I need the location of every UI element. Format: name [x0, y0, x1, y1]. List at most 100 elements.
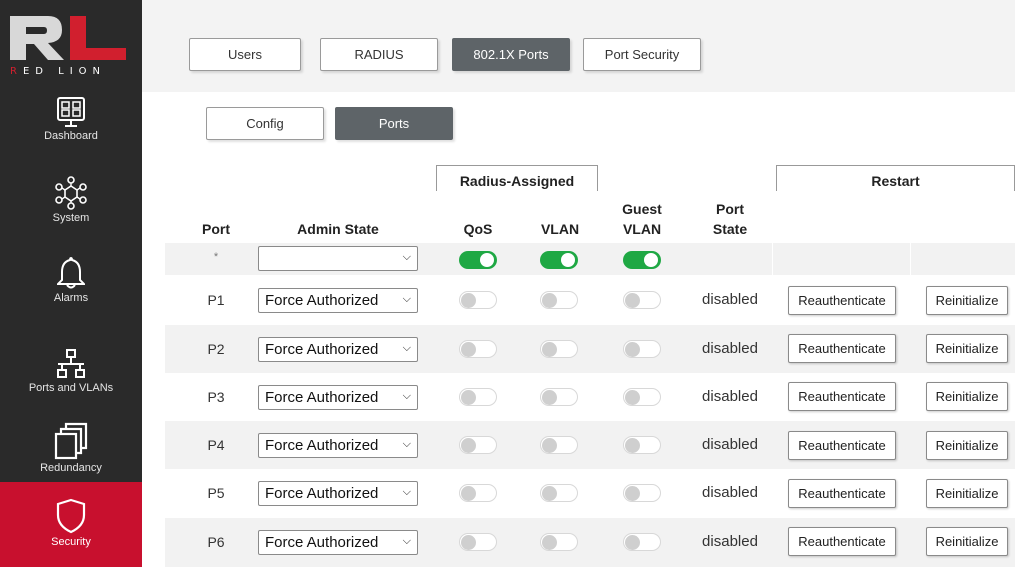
row-all-port: *: [213, 251, 219, 263]
col-header-guest: Guest: [622, 201, 662, 217]
bell-icon: [57, 256, 85, 289]
admin-state-select[interactable]: Force Authorized ⌵: [258, 385, 418, 410]
reauthenticate-button[interactable]: Reauthenticate: [788, 479, 896, 508]
reauthenticate-button[interactable]: Reauthenticate: [788, 382, 896, 411]
col-header-port-state-1: Port: [716, 201, 744, 217]
sidebar-item-system[interactable]: System: [0, 176, 142, 254]
restart-header: Restart: [871, 173, 920, 189]
sidebar-item-label: Redundancy: [40, 462, 102, 474]
admin-state-select-all[interactable]: ⌵: [258, 246, 418, 271]
chevron-down-icon: ⌵: [402, 438, 411, 450]
qos-toggle[interactable]: [459, 436, 497, 454]
port-state: disabled: [702, 291, 758, 308]
vlan-toggle[interactable]: [540, 484, 578, 502]
guest-vlan-toggle[interactable]: [623, 436, 661, 454]
rl-logo-icon: [10, 16, 126, 60]
port-state: disabled: [702, 436, 758, 453]
sidebar-item-label: Dashboard: [44, 130, 98, 142]
tab-802-1x-ports[interactable]: 802.1X Ports: [452, 38, 570, 71]
guest-vlan-toggle[interactable]: [623, 388, 661, 406]
qos-toggle[interactable]: [459, 484, 497, 502]
logo-wordmark: RED LION: [10, 66, 107, 77]
vlan-toggle-all[interactable]: [540, 251, 578, 269]
port-label: P1: [207, 292, 225, 308]
column-divider: [910, 243, 911, 275]
sidebar-item-ports-and-vlans[interactable]: Ports and VLANs: [0, 336, 142, 414]
sidebar-item-alarms[interactable]: Alarms: [0, 256, 142, 334]
qos-toggle[interactable]: [459, 533, 497, 551]
col-header-port: Port: [202, 221, 230, 237]
admin-state-select[interactable]: Force Authorized ⌵: [258, 530, 418, 555]
shield-icon: [56, 498, 86, 534]
redundancy-icon: [54, 422, 88, 460]
port-label: P6: [207, 534, 225, 550]
vlan-toggle[interactable]: [540, 533, 578, 551]
sidebar-item-label: Ports and VLANs: [28, 382, 114, 394]
qos-toggle[interactable]: [459, 291, 497, 309]
tab-users[interactable]: Users: [189, 38, 301, 71]
vlan-toggle[interactable]: [540, 291, 578, 309]
sidebar-item-label: Security: [51, 536, 91, 548]
admin-state-select[interactable]: Force Authorized ⌵: [258, 288, 418, 313]
admin-state-select[interactable]: Force Authorized ⌵: [258, 337, 418, 362]
tab-radius[interactable]: RADIUS: [320, 38, 438, 71]
active-pointer: [142, 486, 156, 564]
chevron-down-icon: ⌵: [402, 535, 411, 547]
subtab-ports[interactable]: Ports: [335, 107, 453, 140]
dashboard-icon: [57, 97, 85, 127]
guest-vlan-toggle[interactable]: [623, 484, 661, 502]
reauthenticate-button[interactable]: Reauthenticate: [788, 286, 896, 315]
port-state: disabled: [702, 340, 758, 357]
col-header-admin-state: Admin State: [297, 221, 379, 237]
reauthenticate-button[interactable]: Reauthenticate: [788, 334, 896, 363]
reinitialize-button[interactable]: Reinitialize: [926, 334, 1008, 363]
chevron-down-icon: ⌵: [402, 486, 411, 498]
chevron-down-icon: ⌵: [402, 251, 411, 263]
reinitialize-button[interactable]: Reinitialize: [926, 527, 1008, 556]
network-icon: [57, 349, 85, 378]
sidebar-item-label: System: [52, 212, 90, 224]
col-header-guest-vlan: VLAN: [622, 221, 662, 237]
port-label: P3: [207, 389, 225, 405]
col-header-vlan: VLAN: [540, 221, 580, 237]
guest-vlan-toggle[interactable]: [623, 340, 661, 358]
chevron-down-icon: ⌵: [402, 293, 411, 305]
port-label: P4: [207, 437, 225, 453]
port-label: P2: [207, 341, 225, 357]
col-header-port-state-2: State: [712, 221, 748, 237]
port-state: disabled: [702, 533, 758, 550]
reauthenticate-button[interactable]: Reauthenticate: [788, 431, 896, 460]
chevron-down-icon: ⌵: [402, 390, 411, 402]
red-lion-logo: RED LION: [0, 0, 142, 92]
radius-assigned-header: Radius-Assigned: [459, 173, 575, 189]
vlan-toggle[interactable]: [540, 436, 578, 454]
reinitialize-button[interactable]: Reinitialize: [926, 382, 1008, 411]
port-label: P5: [207, 485, 225, 501]
port-state: disabled: [702, 388, 758, 405]
subtab-config[interactable]: Config: [206, 107, 324, 140]
reinitialize-button[interactable]: Reinitialize: [926, 431, 1008, 460]
admin-state-select[interactable]: Force Authorized ⌵: [258, 481, 418, 506]
sidebar-item-security[interactable]: Security: [0, 482, 156, 567]
reauthenticate-button[interactable]: Reauthenticate: [788, 527, 896, 556]
vlan-toggle[interactable]: [540, 388, 578, 406]
sidebar: RED LION Dashboard System Alarms Ports a…: [0, 0, 156, 567]
guest-vlan-toggle[interactable]: [623, 291, 661, 309]
tab-port-security[interactable]: Port Security: [583, 38, 701, 71]
guest-vlan-toggle[interactable]: [623, 533, 661, 551]
column-divider: [772, 243, 773, 275]
qos-toggle[interactable]: [459, 388, 497, 406]
reinitialize-button[interactable]: Reinitialize: [926, 479, 1008, 508]
chevron-down-icon: ⌵: [402, 342, 411, 354]
qos-toggle[interactable]: [459, 340, 497, 358]
port-state: disabled: [702, 484, 758, 501]
system-icon: [55, 176, 87, 210]
sidebar-item-dashboard[interactable]: Dashboard: [0, 96, 142, 174]
guest-vlan-toggle-all[interactable]: [623, 251, 661, 269]
admin-state-select[interactable]: Force Authorized ⌵: [258, 433, 418, 458]
qos-toggle-all[interactable]: [459, 251, 497, 269]
col-header-qos: QoS: [463, 221, 493, 237]
vlan-toggle[interactable]: [540, 340, 578, 358]
reinitialize-button[interactable]: Reinitialize: [926, 286, 1008, 315]
sidebar-item-label: Alarms: [53, 292, 89, 304]
